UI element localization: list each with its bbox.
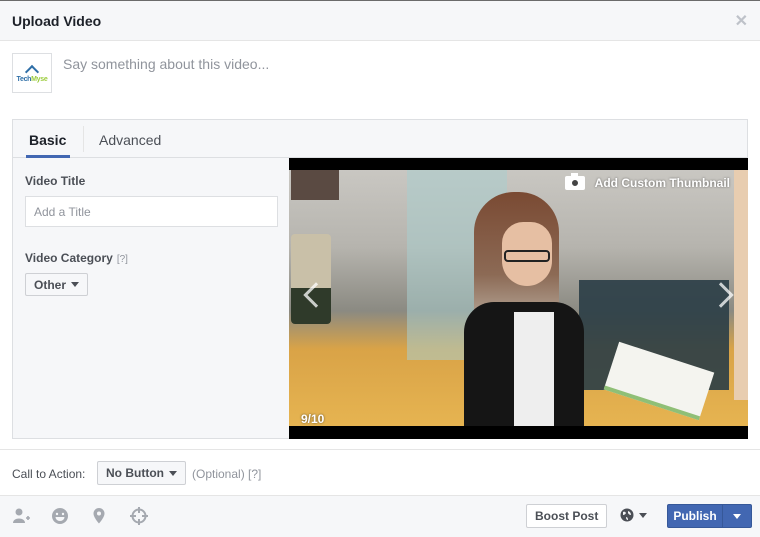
add-custom-thumbnail-label: Add Custom Thumbnail (594, 176, 730, 190)
globe-icon (620, 508, 634, 522)
video-category-label: Video Category [?] (25, 251, 128, 265)
add-custom-thumbnail-button[interactable]: Add Custom Thumbnail (564, 173, 730, 190)
video-thumbnail-preview: Add Custom Thumbnail 9/10 (289, 158, 748, 439)
chevron-down-icon (639, 512, 647, 518)
help-link[interactable]: [?] (117, 254, 128, 265)
tab-advanced[interactable]: Advanced (99, 132, 161, 148)
video-settings-panel: Basic Advanced Video Title Video Categor… (12, 119, 748, 439)
chevron-down-icon (71, 282, 80, 287)
basic-form: Video Title Video Category[?] Other (13, 158, 289, 438)
chevron-down-icon (168, 470, 177, 476)
upload-video-dialog: Upload Video ✕ TechMyse Say something ab… (0, 1, 760, 537)
dialog-title: Upload Video (12, 13, 102, 29)
audience-selector[interactable] (620, 508, 647, 522)
scene-shirt (514, 312, 554, 426)
tab-divider (83, 126, 84, 152)
close-icon[interactable]: ✕ (735, 11, 748, 31)
publish-label: Publish (673, 509, 717, 523)
composer: TechMyse Say something about this video.… (0, 41, 760, 118)
publish-button[interactable]: Publish (668, 505, 723, 527)
video-title-input[interactable] (25, 196, 278, 227)
video-category-value: Other (34, 277, 67, 292)
dialog-header: Upload Video ✕ (0, 1, 760, 41)
status-input[interactable]: Say something about this video... (63, 56, 269, 72)
call-to-action-dropdown[interactable]: No Button (97, 461, 186, 485)
publish-options-button[interactable] (723, 505, 751, 527)
targeting-icon[interactable] (129, 506, 149, 526)
call-to-action-label: Call to Action: (12, 467, 86, 481)
tag-people-icon[interactable] (11, 506, 31, 526)
tab-basic[interactable]: Basic (29, 132, 66, 148)
scene-glasses (504, 250, 550, 262)
tab-bar: Basic Advanced (13, 120, 747, 158)
feeling-icon[interactable] (50, 506, 70, 526)
scene-wall (734, 170, 748, 400)
video-category-dropdown[interactable]: Other (25, 273, 89, 296)
call-to-action-optional[interactable]: (Optional) [?] (192, 467, 261, 481)
location-icon[interactable] (89, 506, 109, 526)
thumbnail-counter: 9/10 (301, 412, 325, 426)
call-to-action-value: No Button (106, 466, 164, 480)
scene-shelf (291, 170, 339, 200)
video-title-label: Video Title (25, 174, 86, 188)
camera-icon (564, 173, 585, 190)
boost-post-button[interactable]: Boost Post (526, 504, 608, 528)
composer-footer: Boost Post Publish (0, 495, 760, 537)
scene-stool (291, 234, 331, 324)
avatar: TechMyse (12, 53, 52, 93)
call-to-action-row: Call to Action: No Button (Optional) [?] (0, 449, 760, 495)
publish-button-group: Publish (667, 504, 752, 528)
thumbnail-image (289, 170, 748, 426)
chevron-down-icon (733, 513, 741, 519)
boost-post-label: Boost Post (535, 509, 599, 523)
scene-person (464, 192, 614, 426)
